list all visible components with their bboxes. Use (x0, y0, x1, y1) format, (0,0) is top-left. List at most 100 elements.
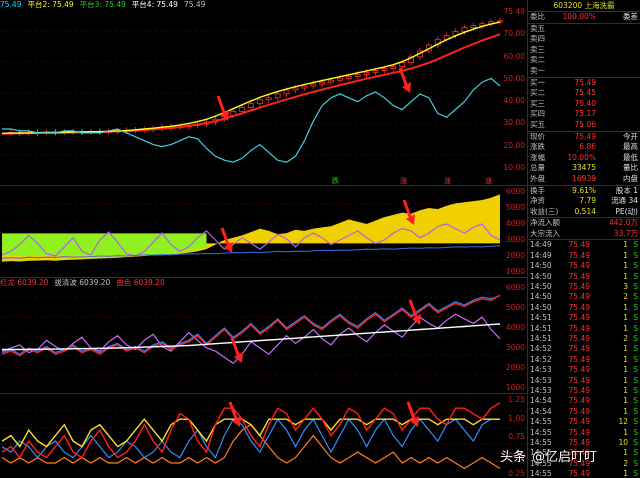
sell-order-row: 卖一 (528, 66, 640, 77)
legend-item: 平台3: 75.49 (79, 0, 126, 9)
signal-marker: 跌 (332, 177, 339, 185)
tick-time: 14:51 (530, 313, 552, 323)
signal-marker: 涨 (400, 177, 407, 185)
indicator-chart (0, 294, 527, 376)
candle-body (363, 72, 370, 75)
tick-volume: 1 (623, 271, 628, 281)
fundamental-label: 收益(三) (530, 206, 559, 216)
axis-tick-label: 0.75 (508, 432, 525, 441)
tick-price: 75.49 (568, 333, 590, 343)
tick-flag: S (633, 406, 638, 416)
candle-body (265, 97, 272, 101)
axis-tick-label: 0.25 (508, 469, 525, 478)
tick-flag: S (633, 261, 638, 271)
tick-row[interactable]: 14:49 75.49 1 S (528, 251, 640, 261)
tick-volume: 1 (623, 385, 628, 395)
fund-flow-pane[interactable]: 6000 5000 4000 3000 2000 1000 (0, 186, 527, 278)
tick-row[interactable]: 14:54 75.49 1 S (528, 396, 640, 406)
tick-row[interactable]: 14:54 75.49 1 S (528, 407, 640, 417)
tick-list[interactable]: 14:49 75.49 1 S 14:49 75.49 1 S 14:50 75.49 1 S 14:5… (528, 240, 640, 478)
tick-volume: 1 (623, 323, 628, 333)
tick-row[interactable]: 14:52 75.49 1 S (528, 355, 640, 365)
buy-volume (596, 88, 638, 99)
signal-marker: 涨 (444, 177, 451, 185)
tick-flag: S (633, 240, 638, 250)
indicator-legend: 红龙 6039.20 拔清波 6039.20 曲色 6039.20 (0, 278, 171, 288)
tick-row[interactable]: 14:55 75.49 1 S (528, 428, 640, 438)
sell-label: 卖四 (530, 34, 545, 44)
quote-panel[interactable]: 603200 上海洗霸 委比 100.00% 委差 卖五 卖四 卖三 卖二 卖一 买一 7… (527, 0, 640, 478)
buy-order-row: 买四 75.17 (528, 109, 640, 120)
candle-body (319, 81, 326, 85)
legend-item: 75.49 (183, 0, 206, 9)
watermark-author: @亿启叮叮 (532, 450, 598, 465)
legend-item: 平台4: 75.49 (131, 0, 178, 9)
tick-flag: S (633, 396, 638, 406)
axis-tick-label: 5000 (505, 203, 525, 212)
tick-flag: S (633, 427, 638, 437)
stock-name: 上海洗霸 (584, 1, 615, 10)
tick-row[interactable]: 14:50 75.49 1 S (528, 272, 640, 282)
tick-row[interactable]: 14:51 75.49 2 S (528, 334, 640, 344)
stat-label: 涨幅 (530, 152, 545, 162)
tick-row[interactable]: 14:50 75.49 3 S (528, 282, 640, 292)
flow-label: 大宗流入 (530, 228, 560, 238)
tick-row[interactable]: 14:50 75.49 1 S (528, 261, 640, 271)
stat-label-2: 量比 (623, 163, 638, 173)
orange-line (1, 423, 501, 470)
tick-volume: 1 (623, 365, 628, 375)
tick-flag: S (633, 271, 638, 281)
tick-price: 75.49 (568, 261, 590, 271)
axis-tick-label: 2000 (505, 251, 525, 260)
tick-volume: 1 (623, 354, 628, 364)
tick-row[interactable]: 14:51 75.49 1 S (528, 313, 640, 323)
stat-label-2: 内盘 (623, 173, 638, 183)
tick-price: 75.49 (568, 313, 590, 323)
fundamental-label: 净资 (530, 196, 545, 206)
fundamental-value: 9.61% (572, 185, 596, 195)
candle-body (256, 99, 263, 105)
candle-body (470, 25, 477, 28)
oscillator-pane[interactable]: 1.25 1.00 0.75 0.50 0.25 (0, 394, 527, 478)
axis-tick-label: 5000 (505, 303, 525, 312)
tick-price: 75.49 (568, 240, 590, 250)
tick-row[interactable]: 14:52 75.49 1 S (528, 344, 640, 354)
tick-row[interactable]: 14:53 75.49 1 S (528, 365, 640, 375)
sell-price (560, 66, 596, 77)
legend-item: 曲色 6039.20 (116, 278, 165, 287)
tick-flag: S (633, 313, 638, 323)
weibi-label: 委比 (530, 12, 545, 21)
tick-row[interactable]: 14:53 75.49 1 S (528, 376, 640, 386)
stock-title: 603200 上海洗霸 (528, 0, 640, 12)
tick-volume: 1 (623, 396, 628, 406)
tick-row[interactable]: 14:53 75.49 1 S (528, 386, 640, 396)
price-chart (0, 17, 527, 163)
candle-body (248, 103, 254, 108)
tick-row[interactable]: 14:55 75.49 12 S (528, 417, 640, 427)
weibi-row: 委比 100.00% 委差 (528, 12, 640, 23)
legend-item: 拔清波 6039.20 (54, 278, 111, 287)
tick-flag: S (633, 469, 638, 478)
indicator-pane[interactable]: 红龙 6039.20 拔清波 6039.20 曲色 6039.20 6000 5000… (0, 278, 527, 394)
arrow-marker (398, 67, 411, 93)
tick-flag: S (633, 417, 638, 427)
tick-row[interactable]: 14:50 75.49 2 S (528, 292, 640, 302)
tick-row[interactable]: 14:49 75.49 1 S (528, 240, 640, 250)
chart-area[interactable]: 75.49 平台2: 75.49 平台3: 75.49 平台4: 75.49 75.49… (0, 0, 527, 478)
tick-row[interactable]: 14:55 75.49 1 S (528, 469, 640, 478)
stock-code: 603200 (553, 1, 583, 10)
tick-row[interactable]: 14:50 75.49 1 S (528, 303, 640, 313)
price-pane[interactable]: 75.49 平台2: 75.49 平台3: 75.49 平台4: 75.49 75.49… (0, 0, 527, 186)
buy-order-row: 买一 75.49 (528, 78, 640, 89)
candle-body (301, 85, 308, 89)
sell-order-row: 卖四 (528, 34, 640, 45)
flow-label: 净流入额 (530, 218, 560, 228)
tick-volume: 1 (623, 261, 628, 271)
signal-marker: 涨 (485, 177, 492, 185)
axis-tick-label: 1.25 (508, 395, 525, 404)
tick-price: 75.49 (568, 385, 590, 395)
tick-flag: S (633, 323, 638, 333)
price-legend: 75.49 平台2: 75.49 平台3: 75.49 平台4: 75.49 75.49 (0, 0, 211, 10)
axis-tick-label: 6000 (505, 187, 525, 196)
tick-row[interactable]: 14:51 75.49 1 S (528, 324, 640, 334)
